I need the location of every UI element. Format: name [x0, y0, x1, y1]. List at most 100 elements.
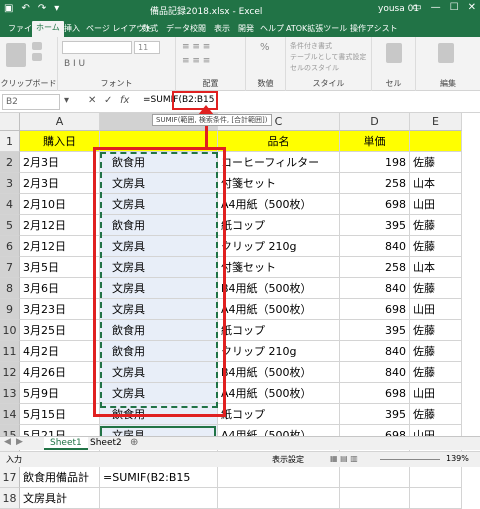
tab-7[interactable]: 表示	[210, 22, 234, 35]
cell-E12[interactable]: 佐藤	[410, 362, 462, 383]
view-mode-icons[interactable]: ▦ ▤ ▥	[330, 454, 358, 463]
cell-C7[interactable]: 付箋セット	[218, 257, 340, 278]
cell-C17[interactable]	[218, 467, 340, 488]
cell-E1[interactable]	[410, 131, 462, 152]
close-icon[interactable]: ✕	[468, 2, 476, 13]
select-all-corner[interactable]	[0, 113, 20, 131]
cell-B17[interactable]: =SUMIF(B2:B15	[100, 467, 218, 488]
percent-icon[interactable]: %	[260, 42, 270, 53]
cell-C2[interactable]: コーヒーフィルター	[218, 152, 340, 173]
row-header-9[interactable]: 9	[0, 299, 20, 320]
editing-icon[interactable]	[438, 43, 454, 63]
maximize-icon[interactable]: ☐	[450, 2, 459, 13]
cell-D5[interactable]: 395	[340, 215, 410, 236]
enter-icon[interactable]: ✓	[104, 95, 112, 106]
cell-C1[interactable]: 品名	[218, 131, 340, 152]
cell-E11[interactable]: 佐藤	[410, 341, 462, 362]
display-settings-button[interactable]: 表示設定	[272, 454, 304, 465]
cell-E9[interactable]: 山田	[410, 299, 462, 320]
tab-10[interactable]: ATOK拡張ツール	[282, 22, 351, 35]
cell-A2[interactable]: 2月3日	[20, 152, 100, 173]
cell-D14[interactable]: 395	[340, 404, 410, 425]
cell-D4[interactable]: 698	[340, 194, 410, 215]
column-header-E[interactable]: E	[410, 113, 462, 131]
cell-A9[interactable]: 3月23日	[20, 299, 100, 320]
minimize-icon[interactable]: —	[431, 2, 441, 13]
cell-E18[interactable]	[410, 488, 462, 509]
zoom-slider[interactable]	[380, 459, 440, 460]
cell-A17[interactable]: 飲食用備品計	[20, 467, 100, 488]
cell-E8[interactable]: 佐藤	[410, 278, 462, 299]
insert-function-icon[interactable]: fx	[120, 95, 129, 106]
row-header-12[interactable]: 12	[0, 362, 20, 383]
name-box-dropdown-icon[interactable]: ▾	[64, 95, 69, 106]
sheet-nav-right-icon[interactable]: ▶	[16, 437, 23, 447]
conditional-format-button[interactable]: 条件付き書式	[290, 41, 332, 51]
cell-E13[interactable]: 山田	[410, 383, 462, 404]
cell-C8[interactable]: B4用紙（500枚）	[218, 278, 340, 299]
cell-C14[interactable]: 紙コップ	[218, 404, 340, 425]
row-header-10[interactable]: 10	[0, 320, 20, 341]
align-icons-row2[interactable]: ≡ ≡ ≡	[182, 56, 210, 66]
row-header-4[interactable]: 4	[0, 194, 20, 215]
cell-A13[interactable]: 5月9日	[20, 383, 100, 404]
cell-B18[interactable]	[100, 488, 218, 509]
sheet-tab-1[interactable]: Sheet1	[44, 437, 88, 450]
row-header-3[interactable]: 3	[0, 173, 20, 194]
tab-2[interactable]: 挿入	[60, 22, 84, 35]
cell-C10[interactable]: 紙コップ	[218, 320, 340, 341]
add-sheet-icon[interactable]: ⊕	[130, 437, 138, 448]
paste-icon[interactable]	[6, 43, 26, 67]
row-header-1[interactable]: 1	[0, 131, 20, 152]
tab-6[interactable]: 校閲	[186, 22, 210, 35]
cell-A6[interactable]: 2月12日	[20, 236, 100, 257]
cell-E3[interactable]: 山本	[410, 173, 462, 194]
row-header-5[interactable]: 5	[0, 215, 20, 236]
column-header-D[interactable]: D	[340, 113, 410, 131]
cell-D8[interactable]: 840	[340, 278, 410, 299]
cell-E4[interactable]: 山田	[410, 194, 462, 215]
cell-A12[interactable]: 4月26日	[20, 362, 100, 383]
cell-D18[interactable]	[340, 488, 410, 509]
cell-A14[interactable]: 5月15日	[20, 404, 100, 425]
cell-E2[interactable]: 佐藤	[410, 152, 462, 173]
zoom-level[interactable]: 139%	[446, 454, 469, 463]
cell-styles-button[interactable]: セルのスタイル	[290, 63, 339, 73]
row-header-14[interactable]: 14	[0, 404, 20, 425]
tab-4[interactable]: 数式	[138, 22, 162, 35]
cell-E5[interactable]: 佐藤	[410, 215, 462, 236]
cancel-icon[interactable]: ✕	[88, 95, 96, 106]
sheet-tab-2[interactable]: Sheet2	[84, 437, 128, 450]
sheet-nav-left-icon[interactable]: ◀	[4, 437, 11, 447]
cell-D11[interactable]: 840	[340, 341, 410, 362]
copy-icon[interactable]	[32, 53, 42, 61]
cell-D6[interactable]: 840	[340, 236, 410, 257]
undo-icon[interactable]: ↶	[21, 3, 29, 14]
cell-D9[interactable]: 698	[340, 299, 410, 320]
cell-C11[interactable]: クリップ 210g	[218, 341, 340, 362]
column-header-A[interactable]: A	[20, 113, 100, 131]
cut-icon[interactable]	[32, 42, 42, 50]
cell-A4[interactable]: 2月10日	[20, 194, 100, 215]
cell-C9[interactable]: A4用紙（500枚）	[218, 299, 340, 320]
format-as-table-button[interactable]: テーブルとして書式設定	[290, 52, 366, 62]
cell-D1[interactable]: 単価	[340, 131, 410, 152]
cell-D7[interactable]: 258	[340, 257, 410, 278]
cell-E14[interactable]: 佐藤	[410, 404, 462, 425]
row-header-2[interactable]: 2	[0, 152, 20, 173]
row-header-7[interactable]: 7	[0, 257, 20, 278]
name-box[interactable]: B2	[2, 94, 60, 110]
tab-1[interactable]: ホーム	[32, 21, 64, 37]
cell-D2[interactable]: 198	[340, 152, 410, 173]
cell-A11[interactable]: 4月2日	[20, 341, 100, 362]
cell-E7[interactable]: 山本	[410, 257, 462, 278]
customize-qat-icon[interactable]: ▾	[54, 3, 59, 14]
bold-italic-underline[interactable]: B I U	[64, 59, 85, 69]
cell-E17[interactable]	[410, 467, 462, 488]
cell-C18[interactable]	[218, 488, 340, 509]
row-header-8[interactable]: 8	[0, 278, 20, 299]
ribbon-display-icon[interactable]: ▭	[412, 2, 421, 13]
font-family-select[interactable]	[62, 41, 132, 54]
redo-icon[interactable]: ↷	[38, 3, 46, 14]
cell-A10[interactable]: 3月25日	[20, 320, 100, 341]
